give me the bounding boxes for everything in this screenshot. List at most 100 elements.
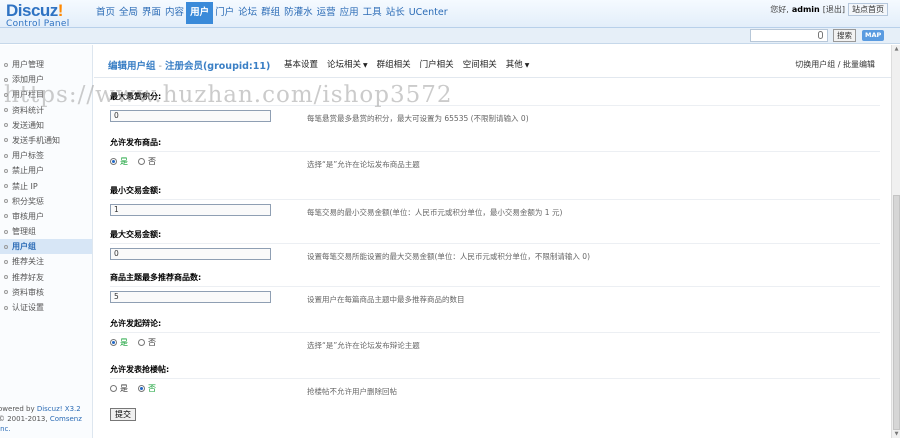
settings-tab[interactable]: 群组相关	[377, 58, 411, 70]
sidebar-item[interactable]: 资料审核	[0, 285, 92, 300]
map-button[interactable]: MAP	[862, 30, 885, 41]
page-title: 编辑用户组 - 注册会员(groupid:11)	[108, 58, 270, 72]
sidebar-item-label: 发送通知	[12, 120, 44, 130]
topnav-item[interactable]: 首页	[94, 2, 117, 24]
sidebar: 用户管理 添加用户 用户栏目 资料统计发送通知发送手机通知用户标签禁止用户 禁止 IP 积…	[0, 45, 93, 438]
sidebar-item[interactable]: 认证设置	[0, 300, 92, 315]
bullet-icon	[4, 123, 8, 128]
sidebar-item[interactable]: 用户标签	[0, 148, 92, 163]
search-input[interactable]	[750, 29, 828, 42]
bullet-icon	[4, 259, 8, 264]
topnav-item[interactable]: 内容	[163, 2, 186, 24]
topnav-item[interactable]: 应用	[338, 2, 361, 24]
sidebar-item[interactable]: 推荐好友	[0, 270, 92, 285]
radio-circle-icon[interactable]	[138, 158, 145, 165]
sidebar-item[interactable]: 添加用户	[0, 72, 92, 87]
radio-circle-icon[interactable]	[110, 385, 117, 392]
greeting-text: 您好,	[770, 5, 789, 14]
bullet-icon	[4, 77, 8, 82]
field-label: 允许发起辩论:	[110, 319, 162, 328]
topnav-item[interactable]: 群组	[259, 2, 282, 24]
settings-tab[interactable]: 基本设置	[284, 58, 318, 70]
tab-label: 空间相关	[462, 60, 497, 70]
radio-no[interactable]: 否	[138, 337, 156, 348]
field-tip: 选择“是”允许在论坛发布辩论主题	[307, 341, 420, 350]
bullet-icon	[4, 138, 8, 143]
sidebar-item-label: 资料审核	[12, 287, 44, 297]
radio-no[interactable]: 否	[138, 156, 156, 167]
topnav-item[interactable]: 站长	[384, 2, 407, 24]
settings-tabs: 基本设置 论坛相关 ▼ 群组相关 门户相关 空间相关 其他 ▼	[284, 58, 529, 70]
radio-label: 否	[148, 338, 156, 347]
radio-yes[interactable]: 是	[110, 383, 128, 394]
radio-label: 否	[148, 384, 156, 393]
sidebar-item[interactable]: 用户组	[0, 239, 92, 255]
bullet-icon	[4, 92, 8, 97]
field-label: 允许发表抢楼帖:	[110, 365, 170, 374]
topnav-item[interactable]: 用户	[186, 2, 214, 24]
radio-circle-icon[interactable]	[138, 339, 145, 346]
text-field[interactable]: 1	[110, 204, 271, 216]
radio-circle-icon[interactable]	[138, 385, 145, 392]
settings-tab[interactable]: 门户相关	[420, 58, 454, 70]
microphone-icon[interactable]	[818, 31, 823, 39]
powered-prefix: owered by	[0, 405, 37, 413]
site-home-link[interactable]: 站点首页	[848, 3, 888, 16]
radio-circle-icon[interactable]	[110, 158, 117, 165]
sidebar-item-label: 认证设置	[12, 303, 44, 312]
row-divider	[110, 378, 880, 379]
topnav-item[interactable]: 工具	[361, 2, 384, 24]
bullet-icon	[4, 214, 8, 219]
field-tip: 抢楼帖不允许用户删除回帖	[307, 387, 397, 396]
text-field[interactable]: 0	[110, 248, 271, 260]
sidebar-item[interactable]: 发送通知	[0, 118, 92, 133]
topnav-item[interactable]: 门户	[213, 2, 236, 24]
sidebar-item[interactable]: 禁止 IP	[0, 179, 92, 194]
scroll-up-arrow-icon[interactable]: ▲	[893, 45, 900, 53]
sidebar-item[interactable]: 审核用户	[0, 209, 92, 224]
scroll-down-arrow-icon[interactable]: ▼	[893, 430, 900, 438]
radio-yes[interactable]: 是	[110, 156, 128, 167]
tab-label: 群组相关	[376, 60, 411, 70]
discuz-logo[interactable]: Discuz! Control Panel	[6, 2, 70, 29]
vertical-scrollbar[interactable]: ▲ ▼	[891, 45, 900, 438]
sidebar-item[interactable]: 积分奖惩	[0, 194, 92, 209]
top-header: Discuz! Control Panel 首页 全局 界面 内容 用户 门户 论坛 群组 防灌…	[0, 0, 900, 29]
text-field[interactable]: 0	[110, 110, 271, 122]
scroll-thumb[interactable]	[893, 195, 900, 430]
topnav-item[interactable]: UCenter	[407, 2, 450, 24]
powered-link[interactable]: Discuz! X3.2	[37, 405, 81, 413]
radio-label: 是	[120, 384, 128, 393]
sidebar-menu: 用户管理 添加用户 用户栏目 资料统计发送通知发送手机通知用户标签禁止用户 禁止 IP 积…	[0, 45, 92, 315]
sidebar-item[interactable]: 推荐关注	[0, 254, 92, 269]
settings-tab[interactable]: 空间相关	[463, 58, 497, 70]
sidebar-item[interactable]: 发送手机通知	[0, 133, 92, 148]
switch-group-link[interactable]: 切换用户组 / 批量编辑	[795, 59, 875, 70]
radio-yes[interactable]: 是	[110, 337, 128, 348]
settings-tab[interactable]: 其他 ▼	[506, 58, 530, 70]
bullet-icon	[4, 168, 8, 173]
sidebar-item-label: 管理组	[12, 227, 36, 237]
topnav-item[interactable]: 全局	[117, 2, 140, 24]
radio-circle-icon[interactable]	[110, 339, 117, 346]
search-button[interactable]: 搜索	[833, 29, 856, 42]
settings-tab[interactable]: 论坛相关 ▼	[327, 58, 368, 70]
topnav-item[interactable]: 防灌水	[282, 2, 315, 24]
topnav-item[interactable]: 运营	[315, 2, 338, 24]
tab-label: 其他	[505, 60, 523, 70]
logout-link[interactable]: [退出]	[823, 4, 845, 15]
topnav-item[interactable]: 界面	[140, 2, 163, 24]
sidebar-item[interactable]: 用户管理	[0, 57, 92, 72]
submit-button[interactable]: 提交	[110, 408, 136, 421]
sidebar-item[interactable]: 禁止用户	[0, 163, 92, 178]
sidebar-item-label: 用户标签	[12, 151, 44, 161]
sidebar-item[interactable]: 管理组	[0, 224, 92, 239]
topnav-item[interactable]: 论坛	[236, 2, 259, 24]
sidebar-item[interactable]: 资料统计	[0, 103, 92, 118]
field-label: 最大悬赏积分:	[110, 92, 162, 101]
radio-no[interactable]: 否	[138, 383, 156, 394]
sidebar-item[interactable]: 用户栏目	[0, 87, 92, 102]
row-divider	[110, 151, 880, 152]
logo-text: Discuz	[6, 1, 58, 20]
text-field[interactable]: 5	[110, 291, 271, 303]
